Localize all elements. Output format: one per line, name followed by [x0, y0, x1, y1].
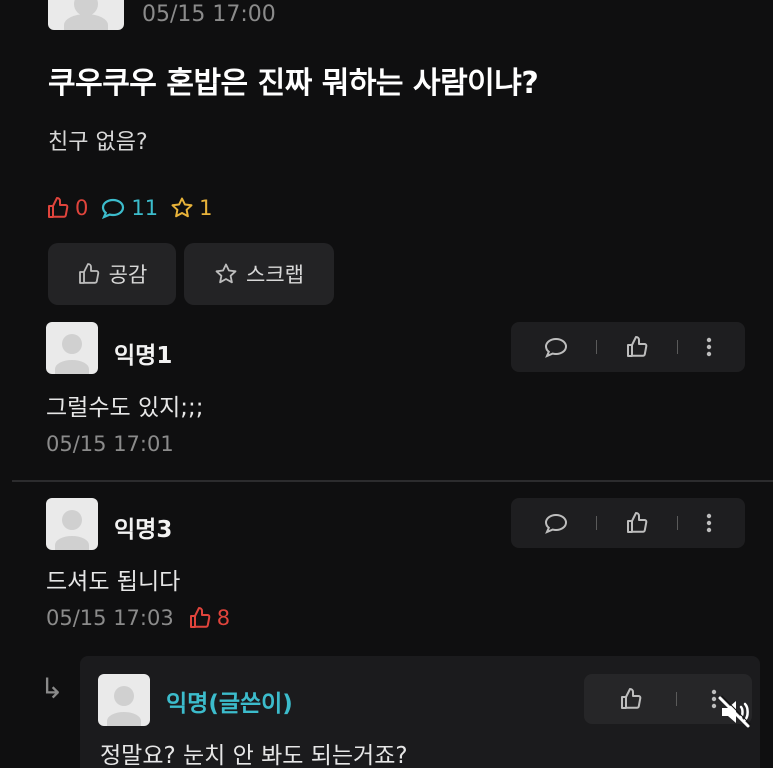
- post-timestamp: 05/15 17:00: [142, 2, 276, 27]
- scrap-button[interactable]: 스크랩: [184, 243, 334, 305]
- comment-meta: 05/15 17:03 8: [46, 606, 230, 630]
- comment-count: 11: [100, 196, 158, 220]
- more-vertical-icon[interactable]: [705, 511, 713, 535]
- comment-like-count: 8: [188, 606, 230, 630]
- post-stats: 0 11 1: [46, 196, 212, 220]
- post-author-avatar: [48, 0, 124, 30]
- scrap-button-label: 스크랩: [246, 263, 304, 287]
- thumbs-up-icon[interactable]: [625, 335, 649, 359]
- thumbs-up-icon: [78, 263, 99, 284]
- comment-timestamp: 05/15 17:01: [46, 432, 174, 456]
- thumbs-up-icon[interactable]: [619, 687, 643, 711]
- reply-icon[interactable]: [543, 335, 569, 359]
- scrap-count: 1: [170, 196, 212, 220]
- comment-author: 익명1: [114, 343, 173, 369]
- comment-author: 익명3: [114, 517, 173, 543]
- star-icon: [215, 263, 237, 284]
- comment-text: 드셔도 됩니다: [46, 569, 181, 595]
- comment-avatar: [46, 322, 98, 374]
- like-button-label: 공감: [108, 263, 148, 287]
- reply-arrow-icon: ↳: [40, 672, 64, 705]
- post-title: 쿠우쿠우 혼밥은 진짜 뭐하는 사람이냐?: [48, 66, 539, 101]
- comment-meta: 05/15 17:01: [46, 432, 174, 456]
- mute-icon[interactable]: [714, 692, 754, 732]
- comment-timestamp: 05/15 17:03: [46, 606, 174, 630]
- star-icon: [171, 197, 193, 218]
- thumbs-up-icon: [189, 607, 211, 628]
- reply-icon[interactable]: [543, 511, 569, 535]
- reply-avatar: [98, 674, 150, 726]
- comment-divider: [12, 480, 773, 482]
- comment-text: 그럴수도 있지;;;: [46, 395, 204, 421]
- speech-bubble-icon: [102, 198, 125, 220]
- reply-item: 익명(글쓴이) 정말요? 눈치 안 봐도 되는거죠?: [80, 656, 760, 768]
- like-button[interactable]: 공감: [48, 243, 176, 305]
- comment-avatar: [46, 498, 98, 550]
- thumbs-up-icon: [48, 197, 69, 218]
- reply-author: 익명(글쓴이): [166, 691, 293, 717]
- reply-text: 정말요? 눈치 안 봐도 되는거죠?: [100, 743, 408, 768]
- comment-toolbar: [511, 322, 745, 372]
- comment-toolbar: [511, 498, 745, 548]
- thumbs-up-icon[interactable]: [625, 511, 649, 535]
- like-count: 0: [46, 196, 88, 220]
- more-vertical-icon[interactable]: [705, 335, 713, 359]
- post-body: 친구 없음?: [48, 130, 148, 155]
